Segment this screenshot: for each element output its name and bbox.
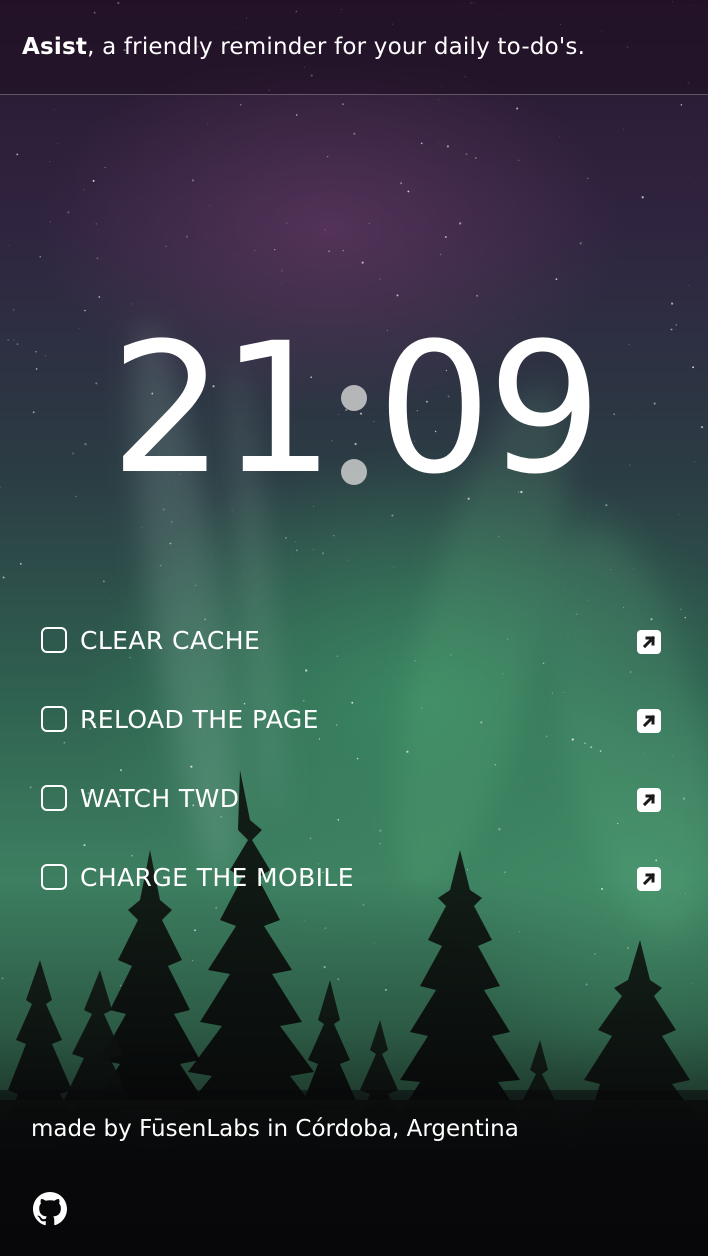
external-link-icon[interactable] (637, 709, 661, 733)
todo-checkbox[interactable] (41, 706, 67, 732)
todo-label: WATCH TWD (80, 784, 240, 813)
external-link-icon[interactable] (637, 788, 661, 812)
tagline: Asist, a friendly reminder for your dail… (22, 34, 585, 60)
todo-item: WATCH TWD (40, 778, 665, 857)
external-link-icon[interactable] (637, 867, 661, 891)
todo-label: CLEAR CACHE (80, 626, 261, 655)
todo-item: CHARGE THE MOBILE (40, 857, 665, 936)
tagline-text: , a friendly reminder for your daily to-… (87, 34, 586, 60)
app-name: Asist (22, 34, 88, 60)
todo-checkbox[interactable] (41, 864, 67, 890)
clock-hours: 21 (109, 305, 335, 514)
todo-item: CLEAR CACHE (40, 620, 665, 699)
footer (0, 1090, 708, 1256)
clock-minutes: 09 (377, 305, 602, 514)
todo-list: CLEAR CACHE RELOAD THE PAGE WATCH TWD CH… (40, 620, 665, 936)
todo-checkbox[interactable] (41, 627, 67, 653)
todo-checkbox[interactable] (41, 785, 67, 811)
credit-text: made by FūsenLabs in Córdoba, Argentina (31, 1116, 519, 1142)
external-link-icon[interactable] (637, 630, 661, 654)
clock-separator (331, 315, 377, 505)
todo-item: RELOAD THE PAGE (40, 699, 665, 778)
todo-label: CHARGE THE MOBILE (80, 863, 354, 892)
todo-label: RELOAD THE PAGE (80, 705, 319, 734)
app-screen: Asist, a friendly reminder for your dail… (0, 0, 708, 1256)
clock: 21 09 (0, 315, 708, 505)
github-icon[interactable] (33, 1192, 67, 1226)
header-bar: Asist, a friendly reminder for your dail… (0, 0, 708, 95)
